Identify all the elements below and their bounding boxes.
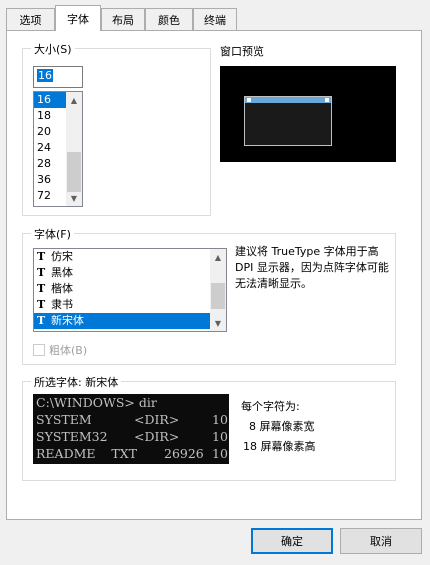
size-list-scrollbar[interactable]: ▲ ▼	[66, 92, 82, 206]
font-name: 仿宋	[51, 250, 73, 263]
console-line: README TXT 26926 10	[36, 446, 228, 461]
ok-button[interactable]: 确定	[251, 528, 333, 554]
console-line: SYSTEM32 <DIR> 10	[36, 429, 228, 444]
tab-font[interactable]: 字体	[55, 5, 101, 31]
truetype-icon: T	[37, 250, 46, 263]
scroll-thumb[interactable]	[67, 152, 81, 192]
selected-font-title: 所选字体: 新宋体	[31, 374, 122, 390]
truetype-icon: T	[37, 314, 46, 327]
font-list-item[interactable]: T 仿宋	[34, 249, 226, 265]
mini-window-icon	[247, 98, 251, 102]
bold-checkbox-row[interactable]: 粗体(B)	[33, 342, 87, 358]
tab-options[interactable]: 选项	[6, 8, 55, 30]
font-name: 隶书	[51, 298, 73, 311]
mini-console-window	[244, 96, 332, 146]
font-list-scrollbar[interactable]: ▲ ▼	[210, 249, 226, 331]
scroll-down-icon[interactable]: ▼	[66, 190, 82, 206]
truetype-icon: T	[37, 298, 46, 311]
font-group: 字体(F) T 仿宋 T 黑体 T 楷体 T 隶书 T 新宋体 ▲ ▼ 粗体(B) 建议将…	[22, 226, 396, 365]
tab-layout[interactable]: 布局	[101, 8, 145, 30]
bold-label: 粗体(B)	[49, 344, 88, 357]
preview-title: 窗口预览	[220, 45, 264, 58]
console-line: C:\WINDOWS> dir	[36, 395, 157, 410]
console-line: SYSTEM <DIR> 10	[36, 412, 228, 427]
scroll-thumb[interactable]	[211, 283, 225, 309]
size-group-title: 大小(S)	[31, 41, 75, 57]
scroll-down-icon[interactable]: ▼	[210, 315, 226, 331]
font-name: 新宋体	[51, 314, 84, 327]
char-size-label: 每个字符为:	[241, 400, 300, 413]
truetype-icon: T	[37, 266, 46, 279]
font-list-item[interactable]: T 新宋体	[34, 313, 226, 329]
truetype-icon: T	[37, 282, 46, 295]
console-sample: C:\WINDOWS> dir SYSTEM <DIR> 10 SYSTEM32…	[33, 394, 229, 464]
font-list-item[interactable]: T 黑体	[34, 265, 226, 281]
font-tab-panel: 大小(S) 16 16 18 20 24 28 36 72 ▲ ▼ 窗口预览 字…	[6, 30, 422, 520]
scroll-up-icon[interactable]: ▲	[210, 249, 226, 265]
scroll-up-icon[interactable]: ▲	[66, 92, 82, 108]
char-height-label: 18 屏幕像素高	[243, 440, 316, 453]
tab-terminal[interactable]: 终端	[193, 8, 237, 30]
truetype-hint: 建议将 TrueType 字体用于高 DPI 显示器，因为点阵字体可能无法清晰显…	[235, 245, 389, 290]
font-group-title: 字体(F)	[31, 226, 74, 242]
font-name: 黑体	[51, 266, 73, 279]
char-width-label: 8 屏幕像素宽	[249, 420, 315, 433]
size-group: 大小(S) 16 16 18 20 24 28 36 72 ▲ ▼	[22, 41, 211, 216]
font-list-item[interactable]: T 楷体	[34, 281, 226, 297]
size-input[interactable]: 16	[33, 66, 83, 88]
font-list-item[interactable]: T 隶书	[34, 297, 226, 313]
selected-font-group: 所选字体: 新宋体 C:\WINDOWS> dir SYSTEM <DIR> 1…	[22, 374, 396, 481]
tab-colors[interactable]: 颜色	[145, 8, 193, 30]
font-list[interactable]: T 仿宋 T 黑体 T 楷体 T 隶书 T 新宋体 ▲ ▼	[33, 248, 227, 332]
window-preview	[220, 66, 396, 162]
cancel-button[interactable]: 取消	[340, 528, 422, 554]
font-name: 楷体	[51, 282, 73, 295]
size-input-value: 16	[37, 69, 53, 82]
mini-titlebar	[245, 97, 331, 103]
size-list[interactable]: 16 18 20 24 28 36 72 ▲ ▼	[33, 91, 83, 207]
mini-close-icon	[325, 98, 329, 102]
bold-checkbox[interactable]	[33, 344, 45, 356]
